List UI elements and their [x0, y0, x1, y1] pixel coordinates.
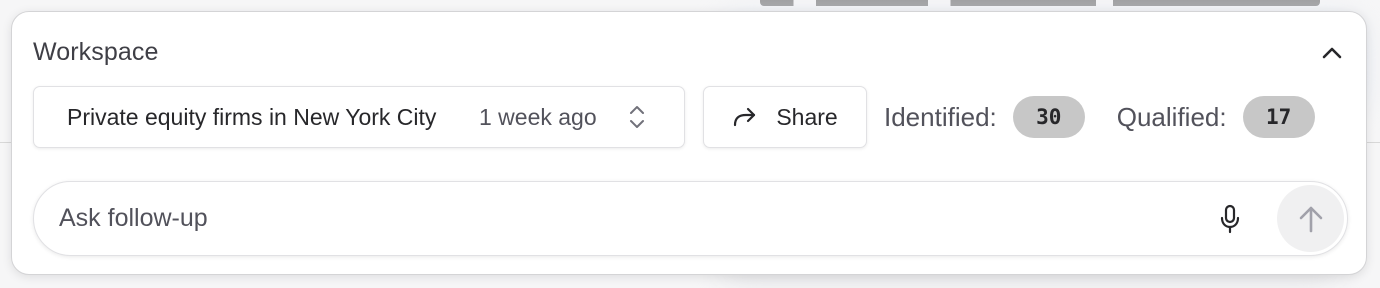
workspace-panel: Workspace Private equity firms in New Yo… [11, 11, 1367, 275]
collapse-button[interactable] [1320, 42, 1344, 64]
thread-selector[interactable]: Private equity firms in New York City 1 … [33, 86, 685, 148]
microphone-icon [1220, 204, 1240, 234]
qualified-label: Qualified: [1116, 101, 1227, 132]
controls-row: Private equity firms in New York City 1 … [33, 85, 1315, 149]
share-label: Share [776, 103, 838, 130]
identified-count-badge: 30 [1012, 96, 1085, 138]
arrow-up-icon [1299, 206, 1322, 232]
background-text [760, 0, 1320, 6]
panel-title: Workspace [33, 38, 159, 66]
chevron-up-down-icon [628, 103, 646, 131]
qualified-count-badge: 17 [1242, 96, 1315, 138]
ask-follow-up-bar [33, 181, 1348, 256]
microphone-button[interactable] [1215, 202, 1245, 236]
send-button[interactable] [1277, 185, 1344, 252]
thread-time: 1 week ago [479, 103, 597, 130]
chevron-up-icon [1322, 47, 1342, 59]
ask-follow-up-input[interactable] [59, 198, 1179, 239]
share-button[interactable]: Share [703, 86, 867, 148]
thread-name: Private equity firms in New York City [67, 103, 437, 130]
share-arrow-icon [734, 107, 756, 127]
identified-label: Identified: [884, 101, 997, 132]
